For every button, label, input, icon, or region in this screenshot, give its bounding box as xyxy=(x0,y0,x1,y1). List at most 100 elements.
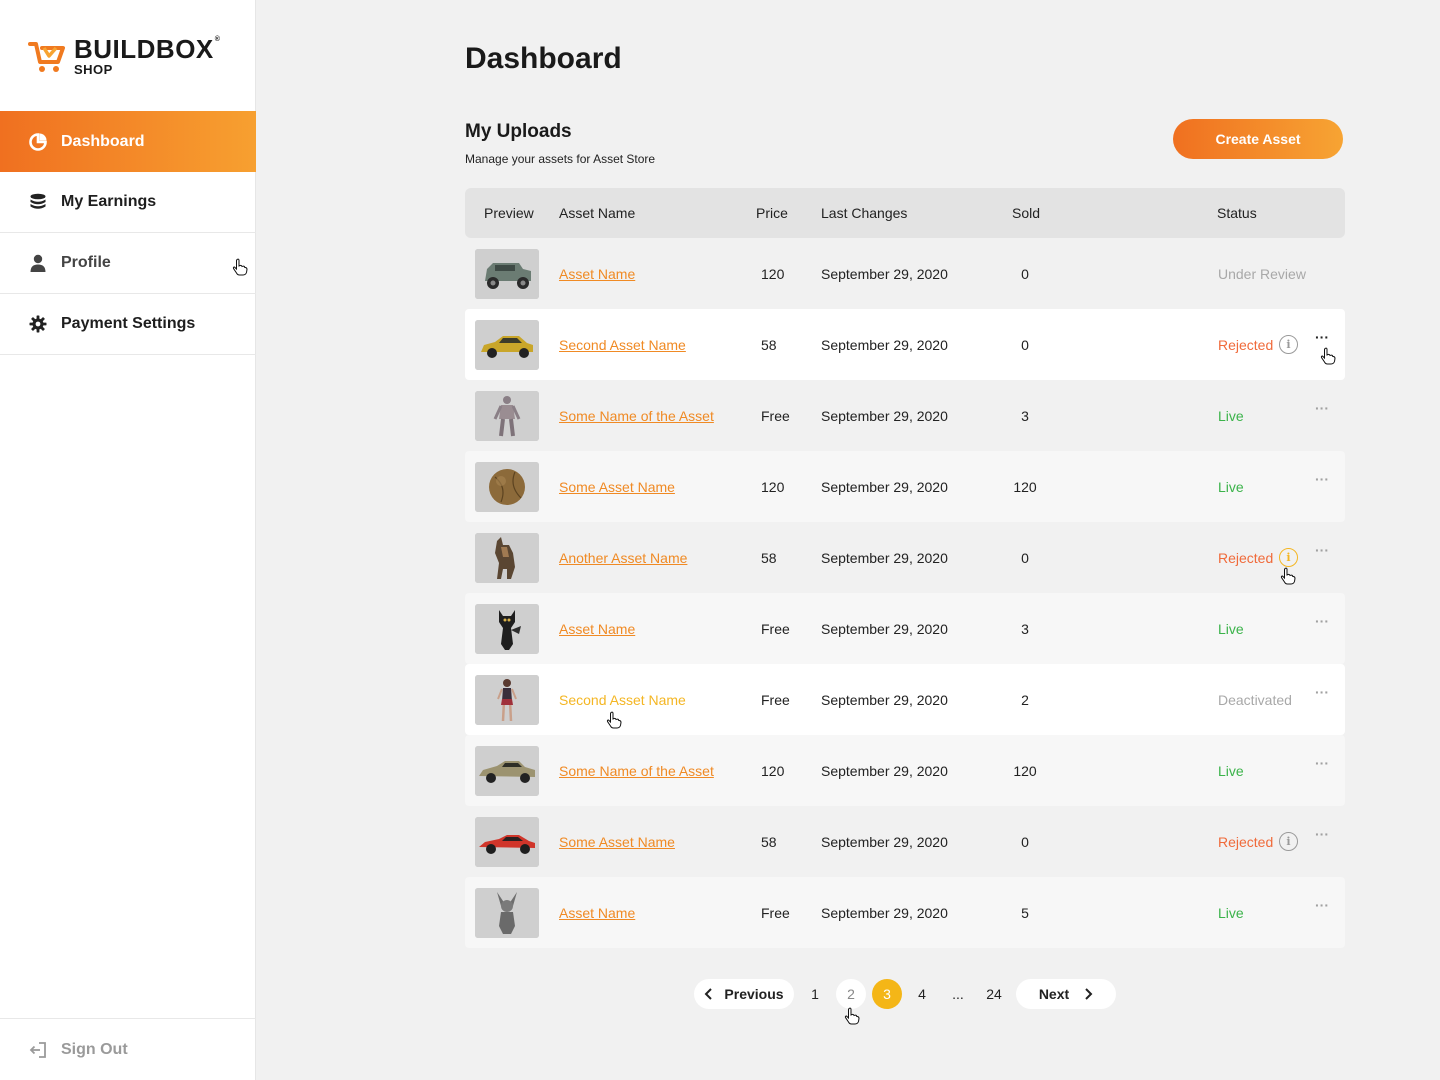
table-row[interactable]: Second Asset Name 58 September 29, 2020 … xyxy=(465,309,1345,380)
asset-last-changes: September 29, 2020 xyxy=(821,763,948,779)
asset-preview-girl[interactable] xyxy=(475,675,539,725)
sidebar-item-payment-settings[interactable]: Payment Settings xyxy=(0,294,256,355)
info-icon[interactable]: i xyxy=(1279,832,1298,851)
brand-name: BUILDBOX xyxy=(74,34,214,64)
more-options-icon[interactable]: ··· xyxy=(1315,755,1329,771)
asset-last-changes: September 29, 2020 xyxy=(821,834,948,850)
info-icon[interactable]: i xyxy=(1279,335,1298,354)
dashboard-pie-icon xyxy=(28,132,48,152)
asset-preview-bunny[interactable] xyxy=(475,888,539,938)
table-row[interactable]: Asset Name Free September 29, 2020 3 Liv… xyxy=(465,593,1345,664)
sidebar-item-profile[interactable]: Profile xyxy=(0,233,256,294)
page-number[interactable]: 4 xyxy=(907,979,937,1009)
asset-name-link[interactable]: Some Asset Name xyxy=(559,834,675,850)
status-rejected: Rejected xyxy=(1218,550,1274,566)
table-row[interactable]: Second Asset Name Free September 29, 202… xyxy=(465,664,1345,735)
pagination: Previous 1 2 3 4 ... 24 Next xyxy=(0,979,1440,1025)
column-header-sold[interactable]: Sold xyxy=(1012,205,1040,221)
more-options-icon[interactable]: ··· xyxy=(1315,897,1329,913)
more-options-icon[interactable]: ··· xyxy=(1315,684,1329,700)
column-header-status[interactable]: Status xyxy=(1217,205,1257,221)
table-row[interactable]: Asset Name 120 September 29, 2020 0 Unde… xyxy=(465,238,1345,309)
asset-price: 58 xyxy=(761,550,777,566)
asset-name-link[interactable]: Asset Name xyxy=(559,621,635,637)
more-options-icon[interactable]: ··· xyxy=(1315,400,1329,416)
sidebar-item-label: My Earnings xyxy=(61,193,157,210)
asset-price: Free xyxy=(761,905,790,921)
next-page-button[interactable]: Next xyxy=(1016,979,1116,1009)
page-number[interactable]: 1 xyxy=(800,979,830,1009)
asset-name-link[interactable]: Another Asset Name xyxy=(559,550,687,566)
create-asset-button[interactable]: Create Asset xyxy=(1173,119,1343,159)
chevron-left-icon xyxy=(705,988,713,1000)
status-live: Live xyxy=(1218,479,1244,495)
table-row[interactable]: Another Asset Name 58 September 29, 2020… xyxy=(465,522,1345,593)
table-row[interactable]: Asset Name Free September 29, 2020 5 Liv… xyxy=(465,877,1345,948)
asset-name-link[interactable]: Asset Name xyxy=(559,905,635,921)
status-deactivated: Deactivated xyxy=(1218,692,1292,708)
page-ellipsis: ... xyxy=(952,986,964,1002)
asset-sold: 120 xyxy=(1013,763,1037,779)
asset-name-link[interactable]: Second Asset Name xyxy=(559,692,686,708)
asset-last-changes: September 29, 2020 xyxy=(821,408,948,424)
page-number[interactable]: 24 xyxy=(979,979,1009,1009)
status-live: Live xyxy=(1218,621,1244,637)
hand-cursor-icon xyxy=(232,258,248,276)
more-options-icon[interactable]: ··· xyxy=(1315,329,1329,345)
status-rejected: Rejected xyxy=(1218,337,1274,353)
sidebar-nav: Dashboard My Earnings Profile Payment Se… xyxy=(0,111,256,355)
chevron-right-icon xyxy=(1085,988,1093,1000)
asset-last-changes: September 29, 2020 xyxy=(821,692,948,708)
table-header: Preview Asset Name Price Last Changes So… xyxy=(465,188,1345,238)
asset-name-link[interactable]: Some Name of the Asset xyxy=(559,408,714,424)
asset-preview-red-sports-car[interactable] xyxy=(475,817,539,867)
more-options-icon[interactable]: ··· xyxy=(1315,542,1329,558)
asset-last-changes: September 29, 2020 xyxy=(821,479,948,495)
asset-name-link[interactable]: Some Asset Name xyxy=(559,479,675,495)
asset-preview-ball[interactable] xyxy=(475,462,539,512)
page-title: Dashboard xyxy=(465,42,622,75)
asset-price: 58 xyxy=(761,337,777,353)
table-row[interactable]: Some Name of the Asset Free September 29… xyxy=(465,380,1345,451)
registered-mark: ® xyxy=(214,36,221,43)
previous-page-button[interactable]: Previous xyxy=(694,979,794,1009)
brand-sub: SHOP xyxy=(74,62,113,77)
sign-out-button[interactable]: Sign Out xyxy=(0,1018,256,1080)
asset-sold: 0 xyxy=(1021,834,1029,850)
more-options-icon[interactable]: ··· xyxy=(1315,613,1329,629)
asset-name-link[interactable]: Second Asset Name xyxy=(559,337,686,353)
page-number-current[interactable]: 3 xyxy=(872,979,902,1009)
uploads-table: Preview Asset Name Price Last Changes So… xyxy=(465,188,1345,948)
more-options-icon[interactable]: ··· xyxy=(1315,471,1329,487)
asset-price: Free xyxy=(761,692,790,708)
next-label: Next xyxy=(1038,986,1070,1002)
column-header-asset-name[interactable]: Asset Name xyxy=(559,205,635,221)
table-row[interactable]: Some Name of the Asset 120 September 29,… xyxy=(465,735,1345,806)
table-row[interactable]: Some Asset Name 58 September 29, 2020 0 … xyxy=(465,806,1345,877)
asset-price: Free xyxy=(761,408,790,424)
asset-preview-cat[interactable] xyxy=(475,604,539,654)
asset-last-changes: September 29, 2020 xyxy=(821,266,948,282)
column-header-last-changes[interactable]: Last Changes xyxy=(821,205,907,221)
asset-preview-robot[interactable] xyxy=(475,391,539,441)
status-live: Live xyxy=(1218,408,1244,424)
hand-cursor-icon xyxy=(606,711,622,729)
asset-preview-jeep[interactable] xyxy=(475,249,539,299)
table-row[interactable]: Some Asset Name 120 September 29, 2020 1… xyxy=(465,451,1345,522)
sidebar-item-label: Profile xyxy=(61,254,111,271)
buildbox-logo[interactable]: BUILDBOX® SHOP xyxy=(28,36,220,76)
column-header-price[interactable]: Price xyxy=(756,205,788,221)
asset-sold: 120 xyxy=(1013,479,1037,495)
sidebar-item-dashboard[interactable]: Dashboard xyxy=(0,111,256,172)
info-icon[interactable]: i xyxy=(1279,548,1298,567)
page-number[interactable]: 2 xyxy=(836,979,866,1009)
more-options-icon[interactable]: ··· xyxy=(1315,826,1329,842)
hand-cursor-icon xyxy=(844,1007,860,1025)
column-header-preview[interactable]: Preview xyxy=(484,205,534,221)
asset-name-link[interactable]: Asset Name xyxy=(559,266,635,282)
asset-preview-muscle-car[interactable] xyxy=(475,746,539,796)
sidebar-item-earnings[interactable]: My Earnings xyxy=(0,172,256,233)
asset-preview-dog[interactable] xyxy=(475,533,539,583)
asset-name-link[interactable]: Some Name of the Asset xyxy=(559,763,714,779)
asset-preview-yellow-car[interactable] xyxy=(475,320,539,370)
